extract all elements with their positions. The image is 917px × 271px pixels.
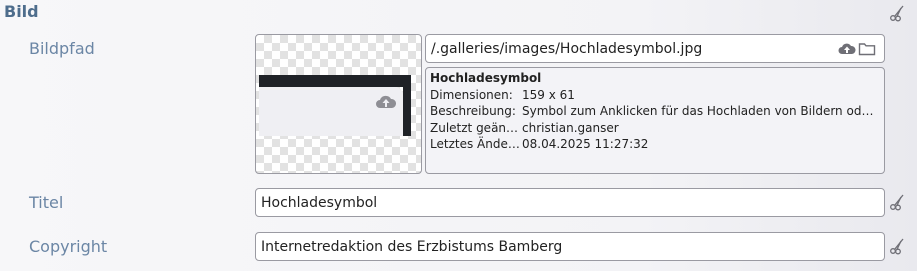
section-title: Bild	[4, 2, 39, 21]
info-value: christian.ganser	[522, 120, 619, 135]
info-row: Letztes Änder... 08.04.2025 11:27:32	[430, 136, 880, 153]
info-key: Dimensionen:	[430, 87, 513, 102]
copyright-value: Internetredaktion des Erzbistums Bamberg	[261, 238, 563, 255]
info-row: Zuletzt geänd... christian.ganser	[430, 120, 880, 137]
image-thumbnail	[259, 75, 411, 136]
info-name: Hochladesymbol	[430, 71, 542, 85]
copyright-scissors-icon[interactable]	[888, 236, 908, 256]
bildpfad-label: Bildpfad	[29, 39, 95, 58]
info-value: Symbol zum Anklicken für das Hochladen v…	[522, 104, 880, 118]
copyright-input[interactable]: Internetredaktion des Erzbistums Bamberg	[255, 232, 885, 261]
info-row: Beschreibung: Symbol zum Anklicken für d…	[430, 103, 880, 120]
section-scissors-icon[interactable]	[888, 3, 908, 23]
info-row: Dimensionen: 159 x 61	[430, 87, 880, 104]
info-key: Letztes Änder...	[430, 137, 522, 151]
copyright-label: Copyright	[29, 237, 108, 256]
upload-icon[interactable]	[838, 41, 856, 57]
info-value: 159 x 61	[522, 87, 575, 102]
bildpfad-input[interactable]: /.galleries/images/Hochladesymbol.jpg	[425, 34, 885, 63]
titel-scissors-icon[interactable]	[888, 192, 908, 212]
titel-label: Titel	[29, 193, 64, 212]
info-key: Beschreibung:	[430, 104, 516, 118]
image-preview[interactable]	[255, 34, 422, 174]
bildpfad-value: /.galleries/images/Hochladesymbol.jpg	[431, 40, 703, 57]
folder-icon[interactable]	[858, 41, 876, 57]
titel-input[interactable]: Hochladesymbol	[255, 188, 885, 217]
info-key: Zuletzt geänd...	[430, 120, 522, 135]
info-value: 08.04.2025 11:27:32	[522, 137, 649, 151]
image-info-box: Hochladesymbol Dimensionen: 159 x 61 Bes…	[425, 67, 885, 174]
titel-value: Hochladesymbol	[261, 194, 378, 211]
cloud-upload-icon	[375, 93, 397, 115]
